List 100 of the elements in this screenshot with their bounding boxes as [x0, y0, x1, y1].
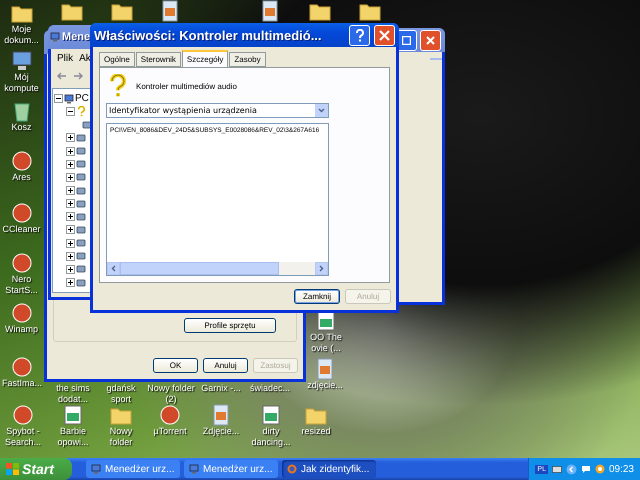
horizontal-scrollbar[interactable]: [107, 262, 328, 275]
app-icon[interactable]: [10, 150, 34, 172]
expand-toggle[interactable]: [66, 160, 75, 169]
close-button[interactable]: [420, 30, 441, 50]
chevron-left-icon[interactable]: [566, 464, 577, 474]
desktop-icon-label[interactable]: świadec...: [250, 383, 290, 394]
device-icon: [76, 146, 86, 156]
device-icon: [76, 198, 86, 209]
browser-icon: [287, 464, 297, 474]
chat-bubble-icon[interactable]: [580, 464, 591, 474]
expand-toggle[interactable]: [66, 252, 75, 261]
expand-toggle[interactable]: [66, 212, 75, 222]
computer-icon: [64, 94, 74, 104]
app-icon[interactable]: [10, 356, 34, 378]
computer-icon: [91, 464, 101, 474]
device-icon: [76, 212, 86, 222]
desktop-icon-label[interactable]: Kosz: [11, 122, 32, 132]
device-icon: [82, 120, 92, 130]
menu-item[interactable]: Plik: [57, 53, 74, 64]
expand-toggle[interactable]: [66, 146, 75, 156]
desktop-icon-label[interactable]: Barbie opowi...: [48, 426, 98, 447]
hardware-profiles-button[interactable]: Profile sprzętu: [184, 318, 276, 333]
expand-toggle[interactable]: [66, 278, 75, 288]
dialog-button[interactable]: Zamknij: [294, 289, 340, 304]
dialog-button[interactable]: Anuluj: [203, 358, 248, 373]
dialog-title: Właściwości: Kontroler multimedió...: [94, 28, 322, 42]
tab[interactable]: Sterownik: [136, 52, 181, 67]
keyboard-icon[interactable]: [552, 465, 562, 473]
tab[interactable]: Zasoby: [229, 52, 266, 67]
close-icon: [379, 30, 390, 40]
collapse-toggle[interactable]: [54, 94, 63, 104]
computer-icon: [189, 464, 199, 474]
desktop-icon-label[interactable]: gdańsk sport: [98, 383, 144, 404]
device-name: Kontroler multimediów audio: [136, 82, 237, 90]
device-icon: [76, 159, 86, 170]
taskbar-button[interactable]: Jak zidentyfik...: [282, 460, 376, 478]
expand-toggle[interactable]: [66, 238, 75, 248]
taskbar-button[interactable]: Menedżer urz...: [86, 460, 180, 478]
app-icon[interactable]: [10, 202, 34, 224]
close-button[interactable]: [374, 24, 395, 46]
desktop-icon-label[interactable]: OO The ovie (...: [306, 332, 346, 353]
back-arrow-icon[interactable]: [57, 72, 67, 80]
expand-toggle[interactable]: [66, 186, 75, 196]
desktop-icon-label[interactable]: µTorrent: [153, 426, 187, 436]
desktop-icon-label[interactable]: the sims dodat...: [50, 383, 96, 404]
app-icon[interactable]: [158, 404, 182, 426]
windows-logo-icon: [6, 463, 19, 475]
clock[interactable]: 09:23: [608, 464, 634, 474]
expand-toggle[interactable]: [66, 225, 75, 234]
device-icon: [76, 132, 86, 143]
circle-icon[interactable]: [594, 464, 605, 474]
window-title: Mene: [62, 31, 90, 43]
desktop-icon-label[interactable]: Nero StartS...: [0, 274, 43, 295]
taskbar-button[interactable]: Menedżer urz...: [184, 460, 278, 478]
chevron-down-icon: [318, 108, 325, 113]
tab[interactable]: Szczegóły: [182, 50, 228, 67]
desktop-icon-label[interactable]: Zdjęcie...: [202, 426, 240, 436]
dialog-button[interactable]: OK: [153, 358, 198, 373]
tab[interactable]: Ogólne: [99, 52, 135, 67]
app-icon[interactable]: [10, 302, 34, 324]
desktop-icon-label[interactable]: Spybot - Search...: [0, 426, 50, 447]
device-icon: [76, 186, 86, 196]
expand-toggle[interactable]: [66, 264, 75, 274]
computer-icon[interactable]: [10, 50, 34, 72]
chevron-left-icon: [111, 265, 116, 272]
menu-item[interactable]: Ak: [79, 53, 91, 64]
desktop-icon-label[interactable]: Nowy folder (2): [146, 383, 196, 404]
desktop-icon-label[interactable]: FastIma...: [2, 378, 42, 388]
desktop-icon-label[interactable]: Nowy folder: [98, 426, 144, 447]
chevron-right-icon: [319, 265, 324, 272]
app-icon[interactable]: [10, 252, 34, 274]
device-icon: [76, 251, 86, 262]
desktop-icon-label[interactable]: Moje dokum...: [0, 24, 43, 45]
desktop-icon-label[interactable]: resized: [301, 426, 330, 436]
device-icon: [76, 238, 86, 248]
expand-toggle[interactable]: [66, 172, 75, 182]
desktop-icon-label[interactable]: CCleaner: [2, 224, 41, 234]
desktop-icon-label[interactable]: dirty dancing...: [246, 426, 296, 447]
forward-arrow-icon[interactable]: [73, 72, 83, 80]
desktop-icon-label[interactable]: zdjęcie...: [307, 380, 343, 390]
computer-icon: [50, 32, 60, 42]
expand-toggle[interactable]: [66, 133, 75, 142]
maximize-icon: [402, 36, 411, 44]
collapse-toggle[interactable]: [66, 107, 75, 116]
desktop-icon-label[interactable]: Mój kompute: [0, 72, 43, 93]
scrollbar[interactable]: [430, 58, 442, 60]
desktop-icon-label[interactable]: Ares: [12, 172, 31, 182]
help-button[interactable]: [349, 24, 370, 46]
expand-toggle[interactable]: [66, 199, 75, 208]
app-icon[interactable]: [11, 404, 35, 426]
close-icon: [426, 36, 435, 44]
device-icon: [76, 172, 86, 182]
help-icon: [354, 28, 364, 42]
property-dropdown[interactable]: Identyfikator wystąpienia urządzenia: [106, 103, 329, 118]
device-icon: [76, 278, 86, 288]
desktop-icon-label[interactable]: Winamp: [4, 324, 38, 334]
start-button[interactable]: Start: [0, 458, 72, 480]
tree-item-label[interactable]: PC: [75, 93, 89, 104]
question-mark-icon: [76, 106, 87, 118]
desktop-icon-label[interactable]: Garnix -...: [201, 383, 241, 394]
